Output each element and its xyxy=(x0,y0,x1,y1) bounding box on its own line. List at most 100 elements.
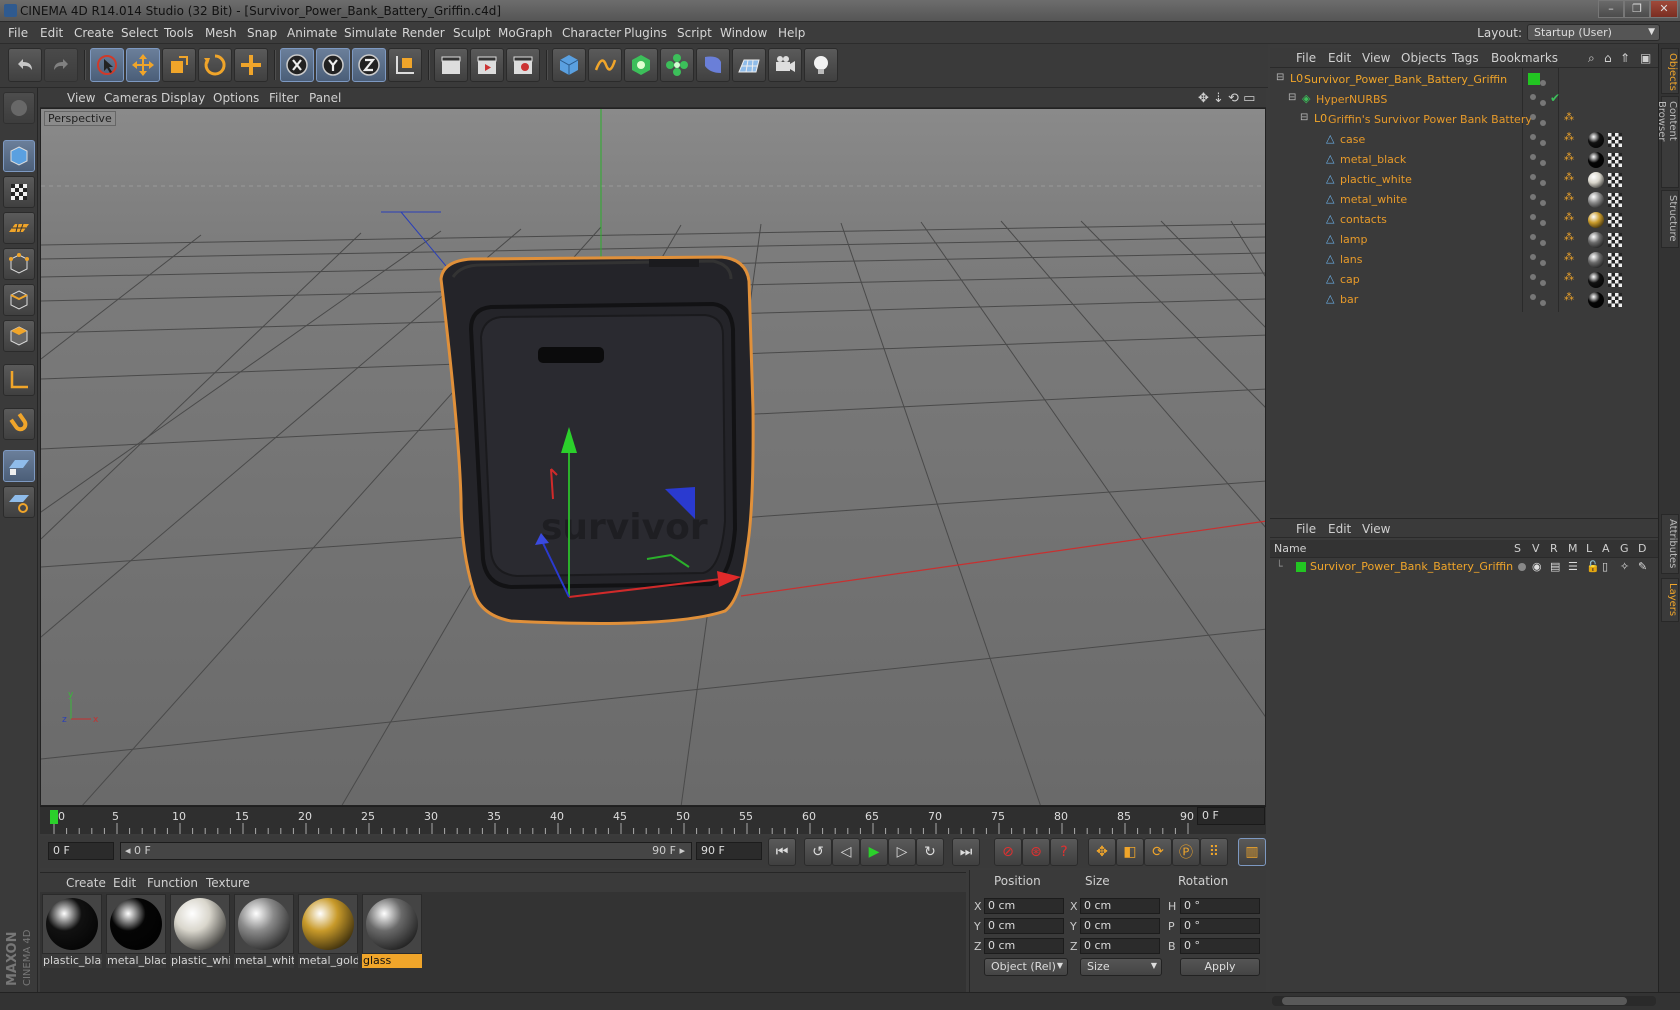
objects-menu-objects[interactable]: Objects xyxy=(1401,51,1446,65)
editor-visibility-dot[interactable] xyxy=(1530,254,1536,260)
editor-visibility-dot[interactable] xyxy=(1530,274,1536,280)
render-visibility-dot[interactable] xyxy=(1540,280,1546,286)
editor-visibility-dot[interactable] xyxy=(1530,134,1536,140)
add-nurbs-button[interactable] xyxy=(624,48,658,82)
recent-tool-button[interactable] xyxy=(234,48,268,82)
render-picture-viewer-button[interactable] xyxy=(470,48,504,82)
object-name[interactable]: bar xyxy=(1340,293,1358,306)
planar-workplane-button[interactable] xyxy=(3,486,35,518)
render-visibility-dot[interactable] xyxy=(1540,240,1546,246)
render-view-button[interactable] xyxy=(434,48,468,82)
timeline-ruler[interactable]: 0 5 10 15 20 25 30 35 40 45 50 55 60 65 … xyxy=(40,806,1266,834)
viewport-menu-view[interactable]: View xyxy=(67,91,95,105)
object-name[interactable]: lamp xyxy=(1340,233,1368,246)
menu-mesh[interactable]: Mesh xyxy=(205,26,237,40)
material-swatch[interactable]: plastic_blac xyxy=(42,894,102,968)
layer-column-deformers[interactable]: D xyxy=(1638,542,1646,555)
uvw-tag-icon[interactable] xyxy=(1608,273,1622,287)
menu-select[interactable]: Select xyxy=(121,26,158,40)
add-camera-button[interactable] xyxy=(768,48,802,82)
key-parameter-button[interactable]: Ⓟ xyxy=(1172,838,1200,866)
keyframe-selection-button[interactable]: ? xyxy=(1050,838,1078,866)
menu-help[interactable]: Help xyxy=(778,26,805,40)
uvw-tag-icon[interactable] xyxy=(1608,133,1622,147)
add-deformer-button[interactable] xyxy=(696,48,730,82)
object-tree-row[interactable]: △ contacts ⁂ xyxy=(1270,210,1658,230)
viewport-menu-panel[interactable]: Panel xyxy=(309,91,341,105)
undo-button[interactable] xyxy=(8,48,42,82)
phong-tag-icon[interactable]: ⁂ xyxy=(1564,132,1574,143)
material-tag-icon[interactable] xyxy=(1588,272,1604,288)
home-icon[interactable]: ⌂ xyxy=(1604,51,1612,65)
y-axis-lock-button[interactable] xyxy=(316,48,350,82)
object-tree-row[interactable]: ⊟ L0 Griffin's Survivor Power Bank Battery… xyxy=(1270,110,1658,130)
material-menu-edit[interactable]: Edit xyxy=(113,876,136,890)
object-tree-row[interactable]: △ bar ⁂ xyxy=(1270,290,1658,310)
layer-horizontal-scrollbar[interactable] xyxy=(1272,996,1656,1006)
render-visibility-dot[interactable] xyxy=(1540,220,1546,226)
uvw-tag-icon[interactable] xyxy=(1608,193,1622,207)
render-visibility-dot[interactable] xyxy=(1540,160,1546,166)
material-tag-icon[interactable] xyxy=(1588,232,1604,248)
viewport-navigation-icons[interactable]: ✥ ⇣ ⟲ ▭ xyxy=(1198,91,1255,106)
size-y-field[interactable]: 0 cm xyxy=(1080,918,1160,934)
material-tag-icon[interactable] xyxy=(1588,192,1604,208)
play-button[interactable]: ▶ xyxy=(860,838,888,866)
add-cube-button[interactable] xyxy=(552,48,586,82)
redo-button[interactable] xyxy=(44,48,78,82)
uvw-tag-icon[interactable] xyxy=(1608,173,1622,187)
collapse-toggle-icon[interactable]: ⊟ xyxy=(1276,72,1284,83)
objects-menu-tags[interactable]: Tags xyxy=(1452,51,1479,65)
add-spline-button[interactable] xyxy=(588,48,622,82)
menu-character[interactable]: Character xyxy=(562,26,621,40)
menu-window[interactable]: Window xyxy=(720,26,767,40)
object-tree-row[interactable]: △ case ⁂ xyxy=(1270,130,1658,150)
render-visibility-dot[interactable] xyxy=(1540,200,1546,206)
objects-menu-bookmarks[interactable]: Bookmarks xyxy=(1491,51,1558,65)
phong-tag-icon[interactable]: ⁂ xyxy=(1564,152,1574,163)
material-tag-icon[interactable] xyxy=(1588,172,1604,188)
editor-visibility-dot[interactable] xyxy=(1530,174,1536,180)
object-name[interactable]: HyperNURBS xyxy=(1316,93,1387,106)
snapping-button[interactable] xyxy=(3,408,35,440)
model-mode-button[interactable] xyxy=(3,140,35,172)
layer-color-tag[interactable] xyxy=(1528,73,1540,85)
manager-icon[interactable]: ☰ xyxy=(1568,560,1578,573)
render-visibility-dot[interactable] xyxy=(1540,80,1546,86)
material-swatch[interactable]: metal_whit xyxy=(234,894,294,968)
object-tree-row[interactable]: △ lamp ⁂ xyxy=(1270,230,1658,250)
z-axis-lock-button[interactable] xyxy=(352,48,386,82)
autokey-button[interactable]: ⊛ xyxy=(1022,838,1050,866)
x-axis-lock-button[interactable] xyxy=(280,48,314,82)
generator-icon[interactable]: ✧ xyxy=(1620,560,1629,573)
coordinate-mode-dropdown[interactable]: Object (Rel) ▼ xyxy=(984,958,1068,976)
playhead-marker[interactable] xyxy=(50,810,58,824)
material-tag-icon[interactable] xyxy=(1588,152,1604,168)
key-pla-button[interactable]: ⠿ xyxy=(1200,838,1228,866)
position-x-field[interactable]: 0 cm xyxy=(984,898,1064,914)
object-name[interactable]: cap xyxy=(1340,273,1360,286)
objects-menu-file[interactable]: File xyxy=(1296,51,1316,65)
render-clapper-icon[interactable]: ▤ xyxy=(1550,560,1560,573)
render-visibility-dot[interactable] xyxy=(1540,300,1546,306)
size-x-field[interactable]: 0 cm xyxy=(1080,898,1160,914)
workplane-mode-button[interactable] xyxy=(3,212,35,244)
viewport-menu-cameras[interactable]: Cameras xyxy=(104,91,157,105)
key-scale-button[interactable]: ◧ xyxy=(1116,838,1144,866)
close-window-button[interactable]: ✕ xyxy=(1650,0,1678,18)
viewport-menu-display[interactable]: Display xyxy=(161,91,205,105)
material-tag-icon[interactable] xyxy=(1588,132,1604,148)
material-swatch-selected[interactable]: glass xyxy=(362,894,422,968)
object-tree-row[interactable]: △ lans ⁂ xyxy=(1270,250,1658,270)
go-to-end-button[interactable]: ⏭ xyxy=(952,838,980,866)
layers-menu-view[interactable]: View xyxy=(1362,522,1390,536)
menu-tools[interactable]: Tools xyxy=(164,26,194,40)
position-y-field[interactable]: 0 cm xyxy=(984,918,1064,934)
editor-visibility-dot[interactable] xyxy=(1530,214,1536,220)
end-frame-field[interactable]: 90 F xyxy=(696,842,762,860)
material-tag-icon[interactable] xyxy=(1588,252,1604,268)
rotation-p-field[interactable]: 0 ° xyxy=(1180,918,1260,934)
enabled-check-icon[interactable]: ✔ xyxy=(1550,91,1560,105)
editor-visibility-dot[interactable] xyxy=(1530,114,1536,120)
viewport-menu-filter[interactable]: Filter xyxy=(269,91,299,105)
